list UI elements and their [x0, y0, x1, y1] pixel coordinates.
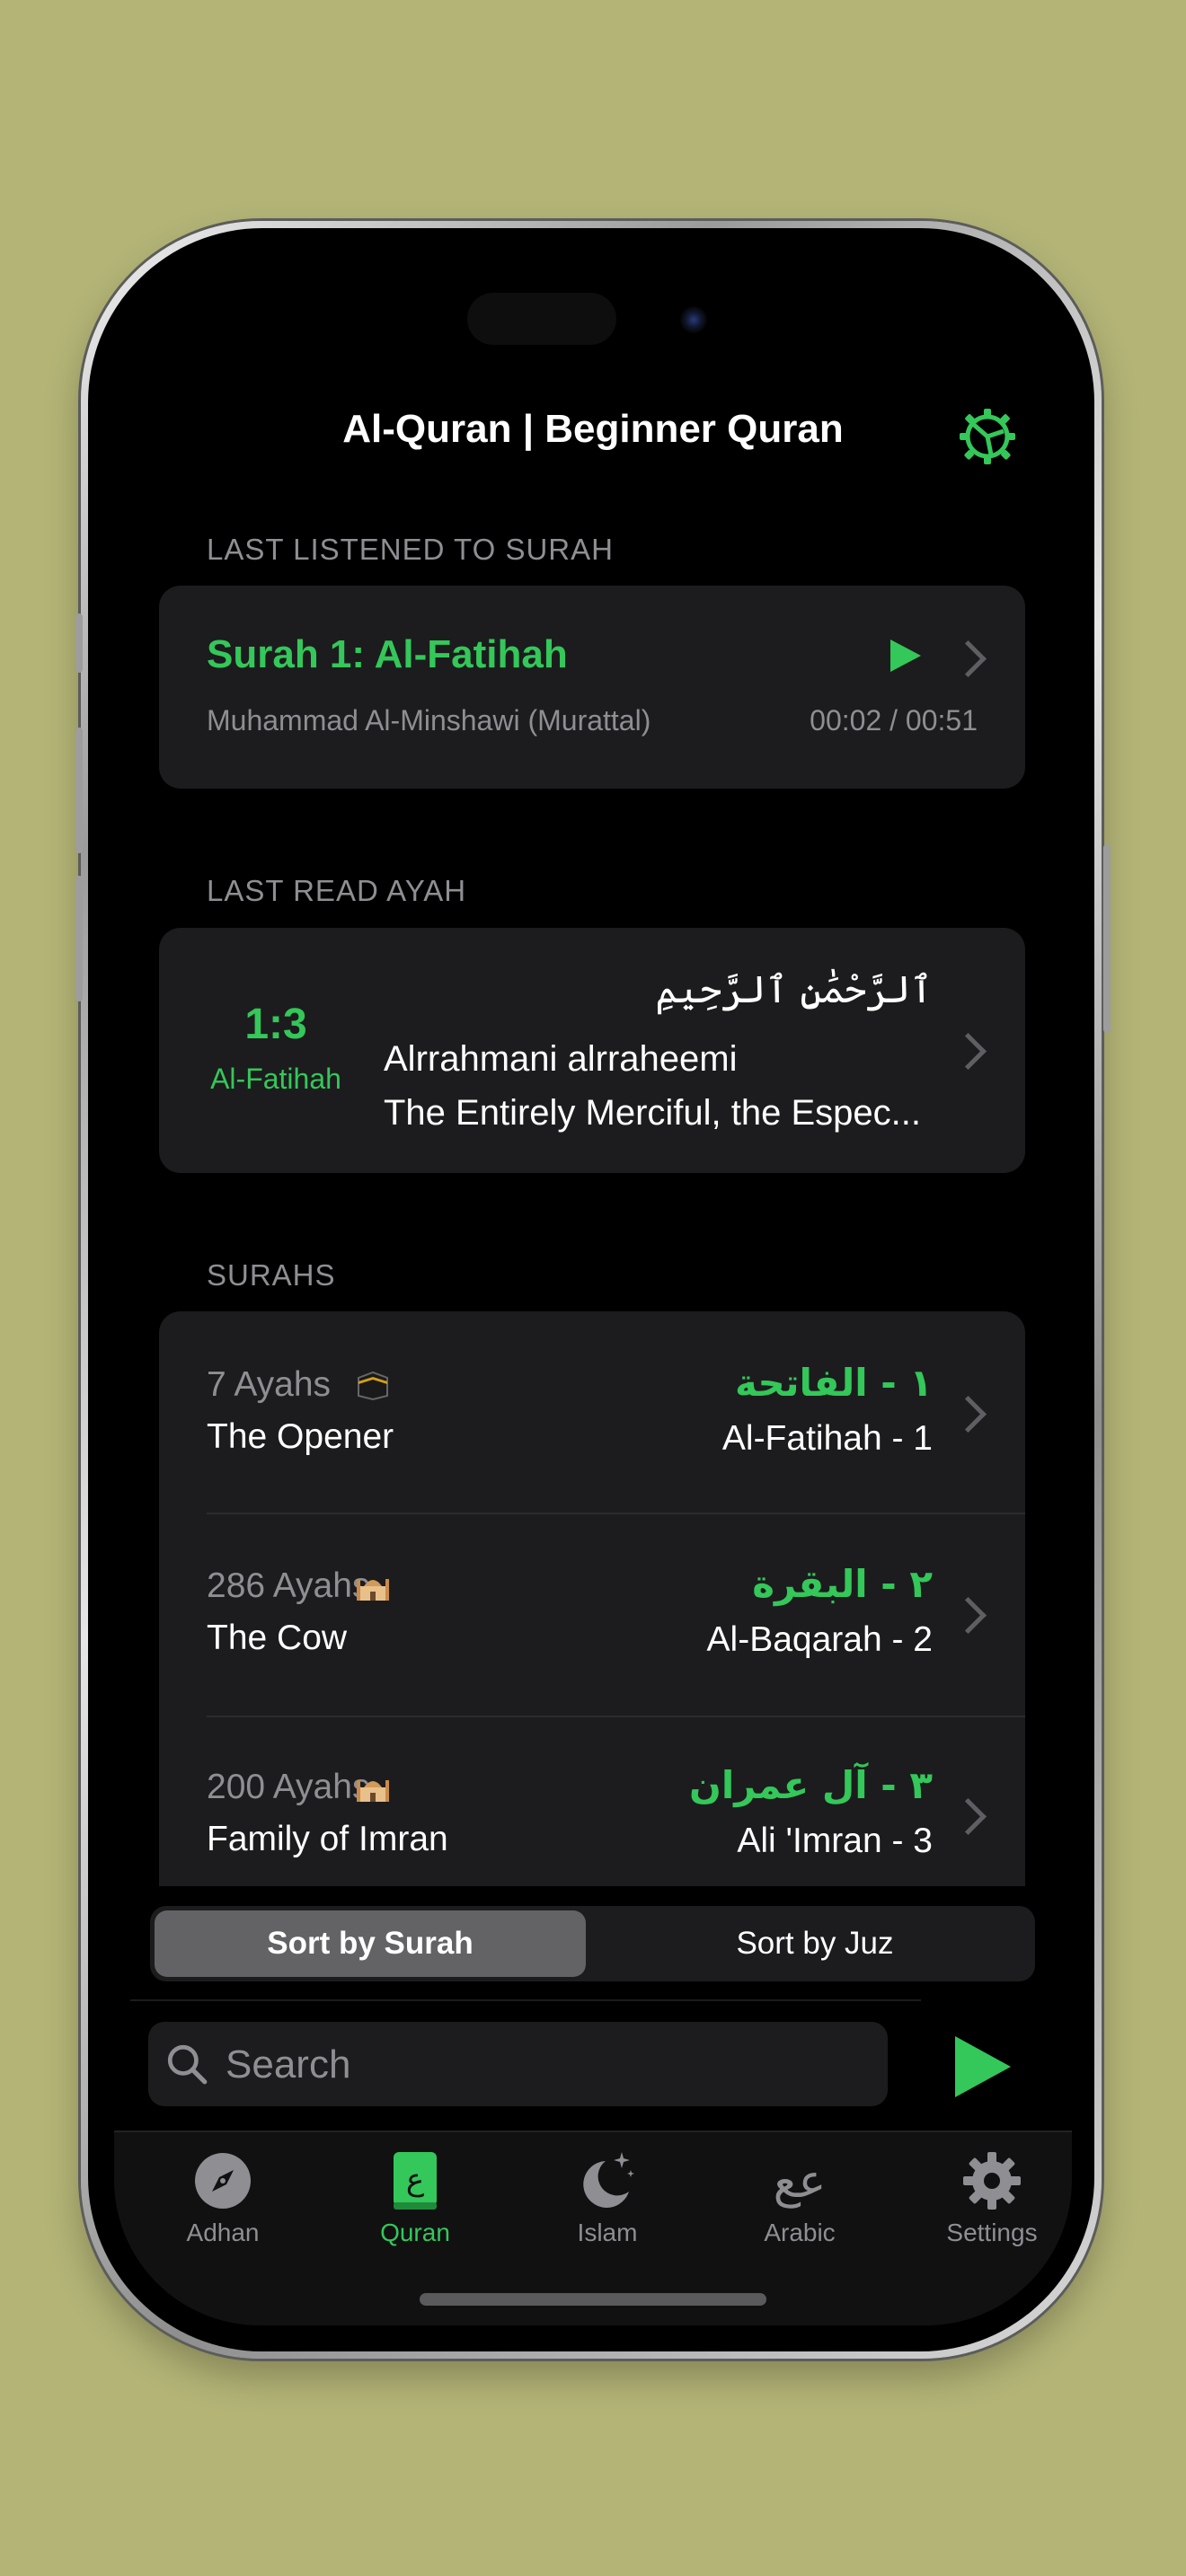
moon-stars-icon — [583, 2152, 634, 2208]
tab-label: Settings — [946, 2219, 1038, 2246]
sort-segmented-control: Sort by Surah Sort by Juz — [150, 1906, 1035, 1981]
last-listened-title: Surah 1: Al-Fatihah — [207, 632, 568, 676]
search-input[interactable] — [224, 2022, 856, 2108]
surah-transliteration: Al-Fatihah - 1 — [721, 1419, 933, 1458]
chevron-right-icon — [949, 1797, 987, 1836]
chevron-right-icon — [949, 1032, 987, 1071]
last-read-header: LAST READ AYAH — [207, 874, 467, 907]
surah-transliteration: Ali 'Imran - 3 — [737, 1822, 933, 1860]
chevron-right-icon — [949, 1395, 987, 1434]
tab-settings[interactable]: Settings — [902, 2148, 1072, 2247]
page-title: Al-Quran | Beginner Quran — [342, 407, 844, 451]
settings-gear-icon[interactable] — [958, 407, 1017, 466]
tab-adhan[interactable]: Adhan — [133, 2148, 313, 2247]
compass-icon — [195, 2153, 251, 2209]
mosque-icon — [357, 1780, 389, 1802]
side-button-action — [75, 613, 83, 673]
tab-label: Quran — [380, 2219, 450, 2246]
chevron-right-icon — [949, 640, 987, 678]
ayah-transliteration: Alrrahmani alrraheemi — [384, 1039, 738, 1079]
last-listened-header: LAST LISTENED TO SURAH — [207, 533, 614, 566]
side-button-power — [1103, 844, 1111, 1033]
surah-english-name: Family of Imran — [207, 1820, 448, 1858]
ayah-surah-name: Al-Fatihah — [210, 1063, 341, 1095]
play-all-icon[interactable] — [948, 2034, 1013, 2099]
sort-by-surah-tab[interactable]: Sort by Surah — [155, 1910, 586, 1977]
divider — [130, 1999, 921, 2001]
sort-by-juz-tab[interactable]: Sort by Juz — [599, 1910, 1031, 1977]
reciter-name: Muhammad Al-Minshawi (Murattal) — [207, 704, 651, 737]
tab-quran[interactable]: ع Quran — [325, 2148, 505, 2247]
surah-ayah-count: 7 Ayahs — [207, 1365, 332, 1404]
arabic-letters-icon: عع — [774, 2155, 827, 2209]
playback-time: 00:02 / 00:51 — [810, 704, 978, 737]
quran-book-icon: ع — [394, 2152, 437, 2210]
tab-arabic[interactable]: عع Arabic — [710, 2148, 890, 2247]
play-icon[interactable] — [887, 638, 923, 674]
surah-arabic-name: ٣ - آل عمران — [689, 1763, 933, 1807]
search-icon — [167, 2044, 208, 2085]
camera-lens — [680, 306, 707, 333]
surah-arabic-name: ٢ - البقرة — [752, 1562, 933, 1606]
svg-text:عع: عع — [774, 2155, 827, 2209]
home-indicator[interactable] — [420, 2293, 766, 2306]
dynamic-island — [467, 293, 616, 345]
surah-english-name: The Opener — [207, 1417, 394, 1456]
surah-row[interactable]: 286 Ayahs The Cow ٢ - البقرة Al-Baqarah … — [159, 1514, 1025, 1716]
tab-label: Adhan — [186, 2219, 260, 2246]
surah-english-name: The Cow — [207, 1619, 348, 1657]
last-read-card[interactable]: 1:3 Al-Fatihah ٱلرَّحْمَٰنِ ٱلرَّحِيمِ A… — [159, 928, 1025, 1173]
side-button-volume-down — [75, 876, 83, 1001]
search-bar[interactable] — [148, 2022, 888, 2108]
ayah-reference: 1:3 — [244, 1001, 307, 1048]
surah-row[interactable]: 200 Ayahs Family of Imran ٣ - آل عمران A… — [159, 1717, 1025, 1886]
tab-label: Islam — [577, 2219, 638, 2246]
tab-label: Arabic — [764, 2219, 836, 2246]
ayah-arabic-text: ٱلرَّحْمَٰنِ ٱلرَّحِيمِ — [655, 967, 933, 1011]
surah-transliteration: Al-Baqarah - 2 — [706, 1620, 933, 1659]
tab-islam[interactable]: Islam — [518, 2148, 697, 2247]
surah-ayah-count: 286 Ayahs — [207, 1566, 370, 1605]
last-listened-card[interactable]: Surah 1: Al-Fatihah Muhammad Al-Minshawi… — [159, 586, 1025, 789]
chevron-right-icon — [949, 1596, 987, 1635]
surah-list: 7 Ayahs The Opener ١ - الفاتحة Al-Fatiha… — [159, 1311, 1025, 1886]
gear-icon — [963, 2152, 1021, 2210]
ayah-translation: The Entirely Merciful, the Espec... — [384, 1093, 922, 1133]
surah-arabic-name: ١ - الفاتحة — [735, 1361, 933, 1405]
surah-ayah-count: 200 Ayahs — [207, 1768, 370, 1806]
mosque-icon — [357, 1579, 389, 1601]
surahs-header: SURAHS — [207, 1258, 336, 1292]
kaaba-icon — [358, 1371, 388, 1401]
app-screen: Al-Quran | Beginner Quran LAST LISTENED … — [114, 254, 1072, 2325]
surah-row[interactable]: 7 Ayahs The Opener ١ - الفاتحة Al-Fatiha… — [159, 1311, 1025, 1513]
svg-text:ع: ع — [406, 2162, 424, 2198]
side-button-volume-up — [75, 728, 83, 853]
